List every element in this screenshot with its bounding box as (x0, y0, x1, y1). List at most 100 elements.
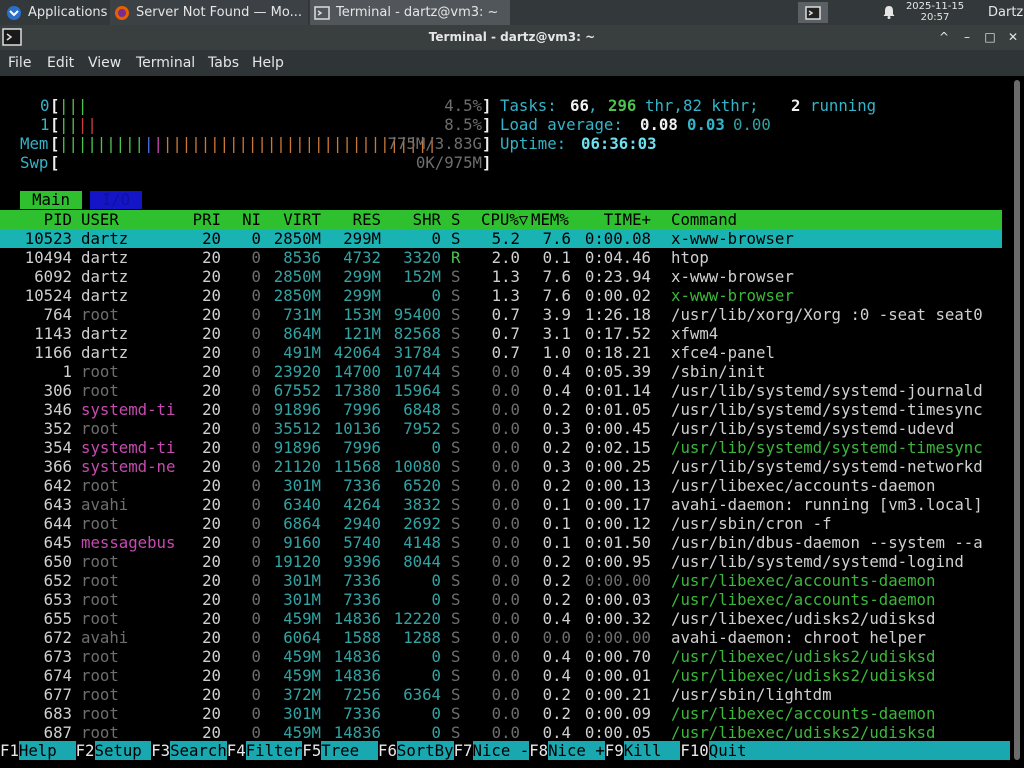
menu-view[interactable]: View (88, 50, 121, 76)
col-state[interactable]: S (451, 210, 460, 229)
col-command[interactable]: Command (671, 210, 737, 229)
cell-pid: 10524 (24, 286, 72, 305)
cell-ni: 0 (251, 704, 261, 723)
shade-button[interactable]: ^ (936, 29, 952, 45)
col-cpu[interactable]: CPU%▽ (481, 210, 528, 229)
cell-time: 0:00.02 (584, 286, 651, 305)
process-row[interactable]: 683 root 20 0 301M 7336 0 S 0.0 0.2 0:00.09/usr/li… (0, 704, 1002, 723)
process-row[interactable]: 677 root 20 0 372M 7256 6364 S 0.0 0.2 0:00.21/usr… (0, 685, 1002, 704)
process-row[interactable]: 650 root 20 0 19120 9396 8044 S 0.0 0.2 0:00.95/us… (0, 552, 1002, 571)
col-user[interactable]: USER (81, 210, 119, 229)
process-row[interactable]: 352 root 20 0 35512 10136 7952 S 0.0 0.3 0:00.45/u… (0, 419, 1002, 438)
process-row[interactable]: 653 root 20 0 301M 7336 0 S 0.0 0.2 0:00.03/usr/li… (0, 590, 1002, 609)
cell-res: 299M (343, 286, 381, 305)
close-button[interactable]: ✕ (1005, 29, 1021, 45)
process-row[interactable]: 10523 dartz 20 0 2850M 299M 0 S 5.2 7.6 0:00.08 x-w… (0, 229, 1002, 248)
tasks-summary: Tasks: 66 , 296 thr, 82 kthr; 2 running (500, 96, 877, 115)
process-row[interactable]: 354 systemd-ti 20 0 91896 7996 0 S 0.0 0.2 0:02.15… (0, 438, 1002, 457)
cell-ni: 0 (251, 476, 261, 495)
col-shr[interactable]: SHR (380, 210, 441, 229)
process-row[interactable]: 10494 dartz 20 0 8536 4732 3320 R 2.0 0.1 0:04.46 h… (0, 248, 1002, 267)
process-row[interactable]: 644 root 20 0 6864 2940 2692 S 0.0 0.1 0:00.12/usr… (0, 514, 1002, 533)
cell-cpu: 0.0 (491, 685, 520, 704)
menu-file[interactable]: File (8, 50, 31, 76)
cpu1-label: 1 (40, 115, 50, 134)
col-res[interactable]: RES (320, 210, 381, 229)
mem-value: 775M/3.83G (387, 134, 482, 153)
process-row[interactable]: 1166 dartz 20 0 491M 42064 31784 S 0.7 1.0 0:18.21… (0, 343, 1002, 362)
cell-ni: 0 (251, 248, 261, 267)
process-row[interactable]: 366 systemd-ne 20 0 21120 11568 10080 S 0.0 0.3 0:… (0, 457, 1002, 476)
col-pid[interactable]: PID (0, 210, 72, 229)
col-mem[interactable]: MEM% (531, 210, 569, 229)
fkey-label: Nice - (472, 741, 530, 760)
cell-ni: 0 (251, 723, 261, 742)
process-row[interactable]: 1143 dartz 20 0 864M 121M 82568 S 0.7 3.1 0:17.52 x… (0, 324, 1002, 343)
cell-pri: 20 (202, 229, 221, 248)
cell-shr: 6520 (403, 476, 441, 495)
cell-cpu: 0.0 (491, 362, 520, 381)
user-menu[interactable]: Dartz (988, 0, 1023, 25)
tab-io[interactable]: I/O (90, 191, 142, 209)
process-row[interactable]: 346 systemd-ti 20 0 91896 7996 6848 S 0.0 0.2 0:01… (0, 400, 1002, 419)
process-row[interactable]: 10524 dartz 20 0 2850M 299M 0 S 1.3 7.6 0:00.02 x-w… (0, 286, 1002, 305)
process-row[interactable]: 1 root 20 0 23920 14700 10744 S 0.0 0.4 0:05.39/sb… (0, 362, 1002, 381)
cpu0-bars: ||| (59, 96, 88, 115)
cell-cpu: 5.2 (491, 229, 520, 248)
process-row[interactable]: 652 root 20 0 301M 7336 0 S 0.0 0.2 0:00.00/usr/li… (0, 571, 1002, 590)
process-row[interactable]: 643 avahi 20 0 6340 4264 3832 S 0.0 0.1 0:00.17 ava… (0, 495, 1002, 514)
cell-virt: 6064 (283, 628, 321, 647)
cell-ni: 0 (251, 286, 261, 305)
process-row[interactable]: 673 root 20 0 459M 14836 0 S 0.0 0.4 0:00.70/usr/l… (0, 647, 1002, 666)
col-time[interactable]: TIME+ (580, 210, 651, 229)
process-row[interactable]: 687 root 20 0 459M 14836 0 S 0.0 0.4 0:00.05/usr/l… (0, 723, 1002, 742)
terminal-area[interactable]: 0 [ ||| 4.5% ] 1 [ |||| 8.5% ] Mem [ |||… (0, 76, 1010, 768)
cpu1-bars: |||| (59, 115, 97, 134)
process-row[interactable]: 764 root 20 0 731M 153M 95400 S 0.7 3.9 1:26.18/us… (0, 305, 1002, 324)
col-pri[interactable]: PRI (180, 210, 221, 229)
fkey-key: F5 (302, 741, 322, 760)
process-row[interactable]: 6092 dartz 20 0 2850M 299M 152M S 1.3 7.6 0:23.94 x… (0, 267, 1002, 286)
process-row[interactable]: 645 messagebus 20 0 9160 5740 4148 S 0.0 0.1 0:01.… (0, 533, 1002, 552)
cell-mem: 0.1 (542, 495, 571, 514)
col-ni[interactable]: NI (230, 210, 261, 229)
cell-s: S (451, 267, 461, 286)
window-titlebar[interactable]: Terminal - dartz@vm3: ~ ^ – □ ✕ (0, 25, 1024, 50)
cell-cmd: /usr/lib/systemd/systemd-udevd (671, 419, 955, 438)
menu-terminal[interactable]: Terminal (136, 50, 195, 76)
menu-help[interactable]: Help (252, 50, 284, 76)
taskbar-item-firefox[interactable]: Server Not Found — Mo... (110, 0, 308, 25)
cell-s: S (451, 514, 461, 533)
scrollbar-thumb[interactable] (1014, 80, 1020, 760)
cell-cpu: 0.0 (491, 552, 520, 571)
process-row[interactable]: 672 avahi 20 0 6064 1588 1288 S 0.0 0.0 0:00.00 ava… (0, 628, 1002, 647)
clock[interactable]: 2025-11-15 20:57 (905, 1, 965, 23)
maximize-button[interactable]: □ (982, 29, 998, 45)
mem-label: Mem (20, 134, 49, 153)
col-virt[interactable]: VIRT (260, 210, 321, 229)
firefox-icon (115, 5, 129, 20)
cell-s: R (451, 248, 461, 267)
process-row[interactable]: 306 root 20 0 67552 17380 15964 S 0.0 0.4 0:01.14 /… (0, 381, 1002, 400)
tray-terminal-launcher[interactable] (798, 2, 828, 23)
cell-cmd: /usr/libexec/udisks2/udisksd (671, 647, 936, 666)
process-row[interactable]: 674 root 20 0 459M 14836 0 S 0.0 0.4 0:00.01/usr/l… (0, 666, 1002, 685)
applications-menu-button[interactable]: Applications (0, 0, 110, 25)
notification-bell-icon[interactable] (881, 4, 897, 20)
tab-main[interactable]: Main (20, 191, 82, 209)
uptime: Uptime: 06:36:03 (500, 134, 657, 153)
process-row[interactable]: 655 root 20 0 459M 14836 12220 S 0.0 0.4 0:00.32/u… (0, 609, 1002, 628)
menu-tabs[interactable]: Tabs (208, 50, 239, 76)
process-row[interactable]: 642 root 20 0 301M 7336 6520 S 0.0 0.2 0:00.13/usr… (0, 476, 1002, 495)
taskbar-item-terminal[interactable]: Terminal - dartz@vm3: ~ (310, 0, 510, 25)
menu-edit[interactable]: Edit (47, 50, 74, 76)
cell-s: S (451, 305, 461, 324)
cell-ni: 0 (251, 381, 261, 400)
fkey-key: F4 (226, 741, 246, 760)
process-table-header[interactable]: PID USER PRI NI VIRT RES SHR S CPU%▽ MEM… (0, 210, 1002, 229)
taskbar-item-label: Server Not Found — Mo... (136, 5, 302, 20)
load-average: Load average: 0.08 0.03 0.00 (500, 115, 771, 134)
cell-virt: 301M (283, 476, 321, 495)
minimize-button[interactable]: – (959, 29, 975, 45)
cell-shr: 0 (431, 590, 441, 609)
